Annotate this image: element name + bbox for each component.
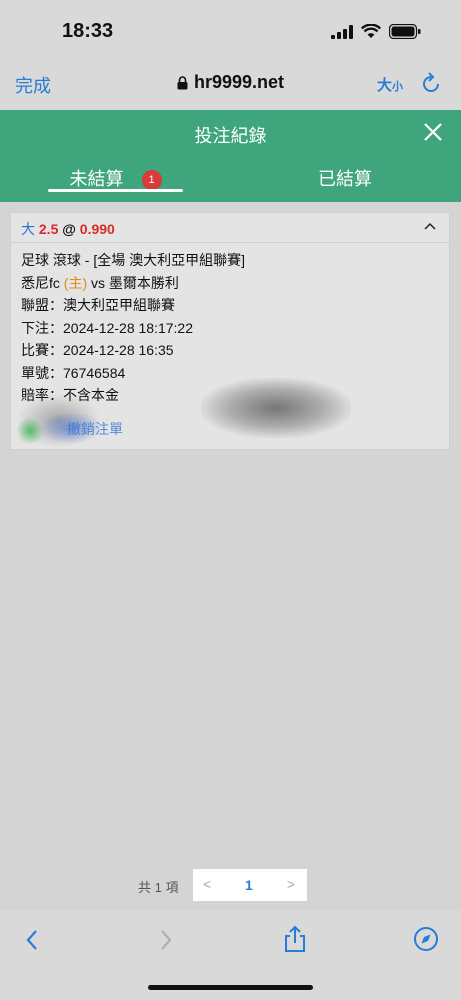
match-time: 比賽：2024-12-28 16:35 <box>21 342 174 358</box>
next-page-button[interactable]: > <box>287 876 295 892</box>
reload-icon[interactable] <box>419 71 443 97</box>
back-icon[interactable] <box>24 928 40 952</box>
compass-icon[interactable] <box>413 926 439 952</box>
battery-icon <box>389 24 421 39</box>
bet-card: 大 2.5 @ 0.990 足球 滾球 - [全場 澳大利亞甲組聯賽] 悉尼fc… <box>10 212 450 450</box>
status-bar: 18:33 <box>0 0 461 62</box>
current-page[interactable]: 1 <box>245 877 253 893</box>
bet-league: 聯盟：澳大利亞甲組聯賽 <box>21 297 175 313</box>
bet-market: 足球 滾球 - [全場 澳大利亞甲組聯賽] <box>21 252 245 268</box>
redaction-blur <box>201 378 351 438</box>
unsettled-count-badge: 1 <box>141 170 162 190</box>
tab-active-indicator <box>48 189 183 192</box>
close-icon[interactable] <box>423 122 443 142</box>
pagination-controls: < 1 > <box>193 869 307 901</box>
signal-icon <box>331 24 353 39</box>
team-away: vs 墨爾本勝利 <box>91 274 179 291</box>
bet-odds: 0.990 <box>79 221 115 237</box>
team-home: 悉尼fc <box>21 274 60 291</box>
lock-icon <box>177 76 188 90</box>
tab-settled-label: 已結算 <box>318 169 372 189</box>
pagination-total: 共 1 項 <box>138 880 179 895</box>
bet-time: 下注：2024-12-28 18:17:22 <box>21 319 193 336</box>
tab-unsettled[interactable]: 未結算 1 <box>48 165 183 202</box>
pagination: 共 1 項 < 1 > <box>0 869 461 901</box>
tab-unsettled-label: 未結算 <box>69 169 124 189</box>
bet-match: 悉尼fc (主) vs 墨爾本勝利 <box>21 272 439 295</box>
bet-handicap: 2.5 <box>38 221 59 237</box>
forward-icon[interactable] <box>158 928 174 952</box>
url-text: hr9999.net <box>193 72 285 92</box>
wifi-icon <box>361 24 381 38</box>
prev-page-button[interactable]: < <box>203 876 211 892</box>
share-icon[interactable] <box>283 924 307 954</box>
tab-settled[interactable]: 已結算 <box>285 165 405 191</box>
status-time: 18:33 <box>62 20 114 42</box>
bet-selection: 大 <box>21 221 35 237</box>
home-tag: (主) <box>63 274 88 291</box>
chevron-up-icon[interactable] <box>423 221 437 231</box>
redaction-blur-green <box>17 418 43 444</box>
bet-card-header[interactable]: 大 2.5 @ 0.990 <box>11 213 449 243</box>
text-size-button[interactable]: 大小 <box>377 74 403 95</box>
page-title: 投注紀錄 <box>194 126 267 146</box>
modal-header: 投注紀錄 未結算 1 已結算 <box>0 110 461 202</box>
status-icons <box>331 24 421 39</box>
cancel-bet-link[interactable]: 撤銷注單 <box>67 419 123 439</box>
browser-bar: 完成 hr9999.net 大小 <box>0 62 461 110</box>
home-indicator <box>148 985 313 990</box>
text-size-small: 小 <box>392 81 403 93</box>
bet-at: @ <box>62 221 76 237</box>
text-size-big: 大 <box>376 77 392 94</box>
